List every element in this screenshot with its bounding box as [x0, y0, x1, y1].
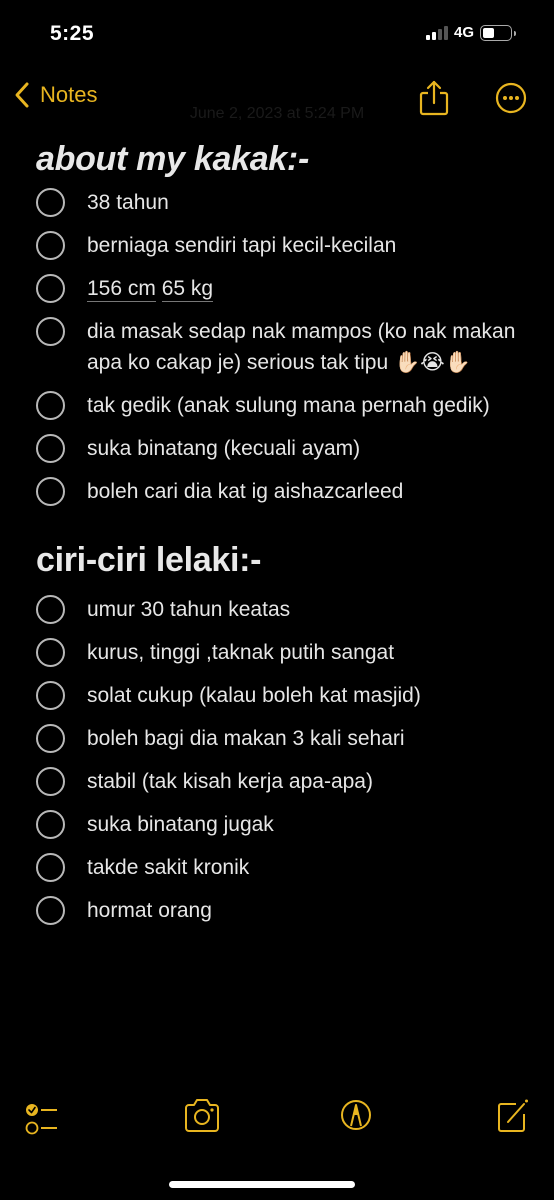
home-indicator[interactable]: [169, 1181, 355, 1188]
checkbox-circle-icon[interactable]: [36, 681, 65, 710]
markup-button[interactable]: [340, 1098, 372, 1132]
checklist-item-text[interactable]: kurus, tinggi ,taknak putih sangat: [87, 637, 394, 668]
section-about-kakak: about my kakak:- 38 tahun berniaga sendi…: [36, 140, 534, 507]
checkbox-circle-icon[interactable]: [36, 188, 65, 217]
share-icon: [419, 80, 449, 116]
checklist-item-text[interactable]: takde sakit kronik: [87, 852, 249, 883]
checkbox-circle-icon[interactable]: [36, 274, 65, 303]
checklist-item: boleh cari dia kat ig aishazcarleed: [36, 476, 534, 507]
checklist-item-text[interactable]: boleh cari dia kat ig aishazcarleed: [87, 476, 403, 507]
checklist-item-text[interactable]: umur 30 tahun keatas: [87, 594, 290, 625]
checklist: umur 30 tahun keatas kurus, tinggi ,takn…: [36, 594, 534, 926]
checklist-item: dia masak sedap nak mampos (ko nak makan…: [36, 316, 534, 378]
checkbox-circle-icon[interactable]: [36, 595, 65, 624]
notes-screen: 5:25 4G Notes June 2, 2023 at 5:24 PM ab…: [0, 0, 554, 1200]
battery-fill: [483, 27, 494, 38]
checklist-icon: [25, 1104, 57, 1135]
checklist-item: tak gedik (anak sulung mana pernah gedik…: [36, 390, 534, 421]
checklist: 38 tahun berniaga sendiri tapi kecil-kec…: [36, 187, 534, 507]
checklist-item-text[interactable]: berniaga sendiri tapi kecil-kecilan: [87, 230, 396, 261]
checklist-item: takde sakit kronik: [36, 852, 534, 883]
battery-icon: [480, 24, 516, 41]
detected-measurement-link[interactable]: 156 cm: [87, 277, 156, 302]
battery-nub: [514, 30, 516, 36]
checklist-item: solat cukup (kalau boleh kat masjid): [36, 680, 534, 711]
checklist-item-text[interactable]: suka binatang (kecuali ayam): [87, 433, 360, 464]
checkbox-circle-icon[interactable]: [36, 810, 65, 839]
signal-icon: [425, 25, 448, 40]
checkbox-circle-icon[interactable]: [36, 434, 65, 463]
checklist-item: suka binatang (kecuali ayam): [36, 433, 534, 464]
more-button[interactable]: [494, 81, 528, 119]
markup-icon: [341, 1100, 371, 1130]
checklist-item: 156 cm 65 kg: [36, 273, 534, 304]
compose-icon: [498, 1099, 528, 1132]
checklist-item-text[interactable]: hormat orang: [87, 895, 212, 926]
checkbox-circle-icon[interactable]: [36, 724, 65, 753]
checkbox-circle-icon[interactable]: [36, 317, 65, 346]
note-body[interactable]: about my kakak:- 38 tahun berniaga sendi…: [36, 140, 534, 938]
bottom-toolbar: [0, 1098, 554, 1144]
checklist-item-text[interactable]: boleh bagi dia makan 3 kali sehari: [87, 723, 405, 754]
nav-bar: Notes June 2, 2023 at 5:24 PM: [0, 75, 554, 125]
checklist-button[interactable]: [24, 1102, 64, 1136]
checklist-item: hormat orang: [36, 895, 534, 926]
checklist-item: umur 30 tahun keatas: [36, 594, 534, 625]
section-heading: about my kakak:-: [36, 140, 309, 178]
checklist-item-text[interactable]: 38 tahun: [87, 187, 169, 218]
checklist-item: kurus, tinggi ,taknak putih sangat: [36, 637, 534, 668]
detected-measurement-link[interactable]: 65 kg: [161, 277, 214, 302]
checkbox-circle-icon[interactable]: [36, 477, 65, 506]
checklist-item-text[interactable]: tak gedik (anak sulung mana pernah gedik…: [87, 390, 490, 421]
checklist-item-text[interactable]: suka binatang jugak: [87, 809, 274, 840]
checkbox-circle-icon[interactable]: [36, 391, 65, 420]
compose-button[interactable]: [496, 1098, 530, 1134]
checkbox-circle-icon[interactable]: [36, 231, 65, 260]
network-label: 4G: [453, 24, 474, 41]
note-date: June 2, 2023 at 5:24 PM: [189, 105, 365, 122]
checklist-item-text[interactable]: dia masak sedap nak mampos (ko nak makan…: [87, 316, 517, 378]
checklist-item: 38 tahun: [36, 187, 534, 218]
status-time: 5:25: [50, 22, 95, 45]
share-button[interactable]: [417, 79, 451, 117]
camera-icon: [185, 1099, 219, 1132]
checklist-item: suka binatang jugak: [36, 809, 534, 840]
status-indicators: 4G: [425, 24, 516, 41]
camera-button[interactable]: [182, 1098, 222, 1134]
checkbox-circle-icon[interactable]: [36, 853, 65, 882]
section-heading: ciri-ciri lelaki:-: [36, 541, 262, 579]
checklist-item-text[interactable]: stabil (tak kisah kerja apa-apa): [87, 766, 373, 797]
checklist-item-text[interactable]: solat cukup (kalau boleh kat masjid): [87, 680, 421, 711]
checklist-item: boleh bagi dia makan 3 kali sehari: [36, 723, 534, 754]
checklist-item-text[interactable]: 156 cm 65 kg: [87, 273, 214, 304]
checklist-item: berniaga sendiri tapi kecil-kecilan: [36, 230, 534, 261]
more-icon: [495, 82, 527, 114]
section-ciri-lelaki: ciri-ciri lelaki:- umur 30 tahun keatas …: [36, 541, 534, 926]
checkbox-circle-icon[interactable]: [36, 896, 65, 925]
checkbox-circle-icon[interactable]: [36, 638, 65, 667]
checkbox-circle-icon[interactable]: [36, 767, 65, 796]
status-bar: 5:25 4G: [0, 0, 554, 60]
checklist-item: stabil (tak kisah kerja apa-apa): [36, 766, 534, 797]
